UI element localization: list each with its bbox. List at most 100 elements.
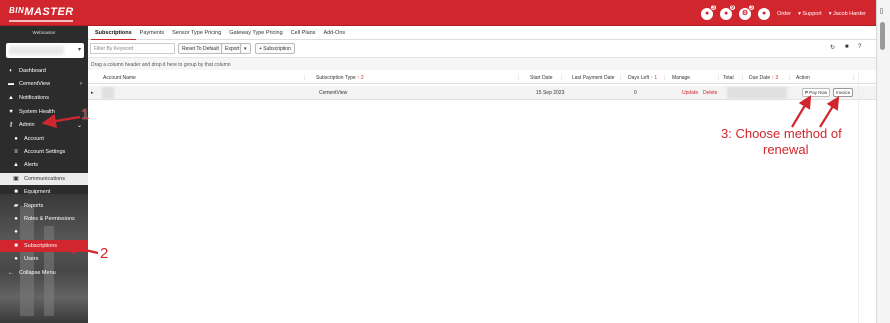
column-header-start-date[interactable]: Start Date [530,75,553,81]
sidebar-item-account[interactable]: ● Account [0,133,88,145]
sidebar-item-unlabeled[interactable]: ● [0,226,88,238]
settings-icon[interactable]: ⚙ 3 [739,4,756,20]
step-2-annotation: 2 [100,245,109,262]
tab-subscriptions[interactable]: Subscriptions [91,26,136,40]
alert-icon[interactable]: ● 9 [720,4,737,20]
column-header-manage[interactable]: Manage [672,75,690,81]
sidebar-item-label: Admin [19,122,35,128]
lock-icon: ● [14,216,18,222]
collapse-icon: ← [8,270,14,276]
refresh-icon[interactable]: ↻ [830,44,835,51]
column-menu-icon[interactable]: ⋮ [559,75,564,81]
cementview-icon: ▬ [8,81,14,87]
user-menu[interactable]: ▾ Jacob Harder [829,11,866,17]
inbox-icon: ▣ [13,176,19,182]
heart-icon: ♥ [9,109,13,115]
reset-to-default-button[interactable]: Reset To Default [178,43,223,54]
order-link[interactable]: Order [777,11,791,17]
column-header-account-name[interactable]: Account Name [103,75,136,81]
support-menu[interactable]: ▾ Support [798,11,822,17]
update-link[interactable]: Update [682,90,698,96]
sidebar-item-communications[interactable]: ▣ Communications [0,173,88,185]
column-menu-icon[interactable]: ⋮ [618,75,623,81]
sidebar-item-notifications[interactable]: ▲ Notifications [0,92,88,104]
account-select[interactable]: ▾ [6,43,84,58]
sidebar-item-subscriptions[interactable]: ■ Subscriptions [0,240,88,252]
cart-icon[interactable]: ● [758,8,771,20]
account-select-value [9,46,64,55]
sidebar-item-label: Equipment [24,189,51,195]
sidebar-item-label: Notifications [19,95,49,101]
search-input[interactable]: Filter By Keyword [90,43,175,54]
grid-header-row: Account Name ⋮ Subscription Type ↑ 2 ⋮ S… [88,72,876,84]
sidebar-item-reports[interactable]: ▰ Reports [0,200,88,212]
help-icon[interactable]: ? [858,44,861,50]
equipment-icon: ■ [14,189,18,195]
settings-badge: 3 [748,4,756,11]
add-subscription-button[interactable]: + Subscription [255,43,295,54]
sidebar-item-admin[interactable]: ⚷ Admin ⌄ [0,119,88,131]
alert-badge: 9 [729,4,737,11]
sidebar-item-dashboard[interactable]: ◐ Dashboard [0,65,88,77]
tab-cell-plans[interactable]: Cell Plans [287,26,320,40]
export-dropdown-button[interactable]: ▾ [240,43,251,54]
step-3-annotation-line2: renewal [763,142,809,157]
sort-indicator: ↑ 3 [771,75,779,81]
table-row[interactable]: ▸ CementView 15 Sep 2023 0 Update Delete… [88,86,876,100]
chevron-right-icon: › [80,81,82,87]
top-nav-bar: BINMASTER ● 3 ● 9 ⚙ 3 ● Order ▾ Support … [0,0,876,26]
sidebar-item-users[interactable]: ● Users [0,253,88,265]
sidebar: Webmaster ▾ ◐ Dashboard ▬ CementView › ▲… [0,26,88,323]
column-menu-icon[interactable]: ⋮ [851,75,856,81]
sidebar-item-label: Reports [24,203,44,209]
subscription-tabs: Subscriptions Payments Sensor Type Prici… [88,26,876,40]
column-menu-icon[interactable]: ⋮ [516,75,521,81]
pdf-icon[interactable]: ■ [845,44,849,50]
start-date-cell: 15 Sep 2023 [536,90,565,96]
sidebar-item-alerts[interactable]: ▲ Alerts [0,159,88,171]
column-menu-icon[interactable]: ⋮ [716,75,721,81]
pay-now-button[interactable]: ₱ Pay Now [802,88,831,97]
dashboard-icon: ◐ [9,68,13,74]
column-header-days-left[interactable]: Days Left ↑ 1 [628,75,657,81]
subscription-type-cell: CementView [319,90,348,96]
sort-indicator: ↑ 1 [650,75,658,81]
sidebar-item-account-settings[interactable]: ≡ Account Settings [0,146,88,158]
column-header-total[interactable]: Total [723,75,734,81]
tab-add-ons[interactable]: Add-Ons [319,26,349,40]
grid-toolbar: Filter By Keyword Reset To Default Expor… [88,43,876,56]
column-menu-icon[interactable]: ⋮ [740,75,745,81]
row-expand-icon[interactable]: ▸ [91,90,94,96]
sidebar-username: Webmaster [32,30,56,35]
column-menu-icon[interactable]: ⋮ [787,75,792,81]
notification-badge: 3 [710,4,718,11]
tab-sensor-type-pricing[interactable]: Sensor Type Pricing [168,26,225,40]
sidebar-item-collapse-menu[interactable]: ← Collapse Menu [0,267,88,279]
sidebar-item-roles-permissions[interactable]: ● Roles & Permissions [0,213,88,225]
account-name-redacted [102,87,114,99]
column-menu-icon[interactable]: ⋮ [302,75,307,81]
logo-underline [9,20,73,22]
column-header-due-date[interactable]: Due Date ↑ 3 [749,75,778,81]
document-icon: ■ [14,243,18,249]
column-header-action[interactable]: Action [796,75,810,81]
column-header-subscription-type[interactable]: Subscription Type ↑ 2 [316,75,364,81]
sidebar-item-label: Alerts [24,162,39,168]
step-1-annotation: 1 [81,106,90,123]
bell-icon: ▲ [8,95,14,101]
step-3-annotation: 3: Choose method of [721,126,842,141]
column-header-last-payment-date[interactable]: Last Payment Date [572,75,615,81]
sidebar-item-cementview[interactable]: ▬ CementView › [0,78,88,90]
scrollbar-thumb[interactable] [880,22,885,50]
sidebar-item-system-health[interactable]: ♥ System Health [0,106,88,118]
grid-divider [858,72,859,323]
tab-payments[interactable]: Payments [136,26,168,40]
binmaster-logo[interactable]: BINMASTER [9,6,74,18]
group-by-drop-zone[interactable]: Drag a column header and drop it here to… [88,57,876,70]
delete-link[interactable]: Delete [703,90,717,96]
column-menu-icon[interactable]: ⋮ [662,75,667,81]
tab-gateway-type-pricing[interactable]: Gateway Type Pricing [225,26,286,40]
notification-icon[interactable]: ● 3 [701,4,718,20]
sidebar-item-equipment[interactable]: ■ Equipment [0,186,88,198]
invoice-button[interactable]: Invoice [833,88,854,97]
